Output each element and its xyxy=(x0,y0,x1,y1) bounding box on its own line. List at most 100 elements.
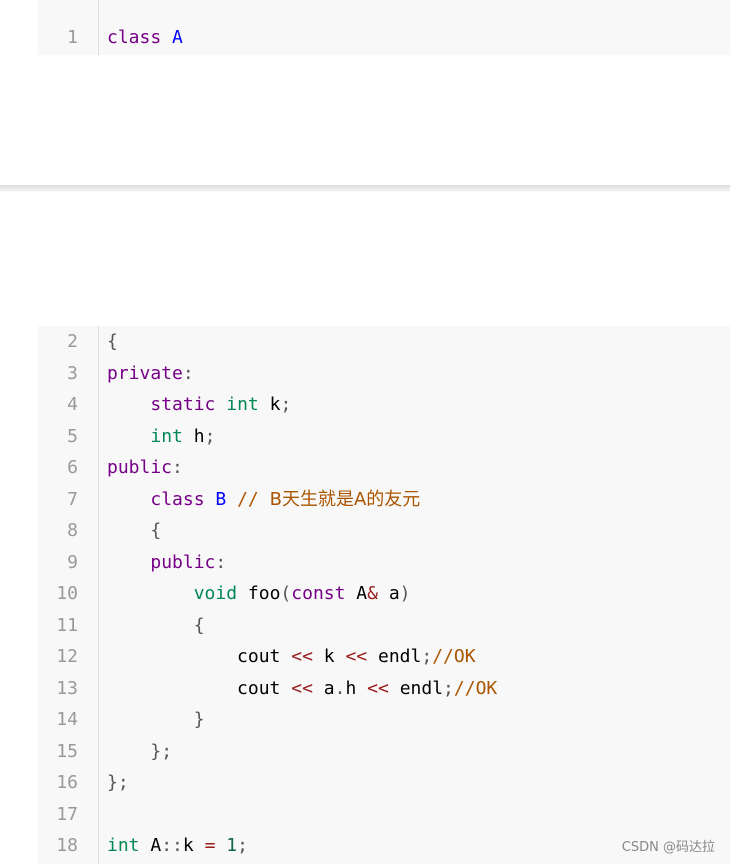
punct-token: ; xyxy=(237,835,248,856)
line-number: 1 xyxy=(67,27,78,48)
code-text: public: xyxy=(107,452,183,484)
punct-token: ) xyxy=(399,583,411,604)
comment-token: //OK xyxy=(432,646,476,667)
code-text: private: xyxy=(107,358,194,390)
code-line: 7 class B // B天生就是A的友元 xyxy=(38,484,730,516)
code-block-2: 2 { 3 private: 4 static int k; 5 int h; … xyxy=(38,326,730,864)
punct-token: :: xyxy=(161,835,183,856)
code-line: 10 void foo(const A& a) xyxy=(38,578,730,610)
line-number: 16 xyxy=(56,772,78,793)
code-text: void foo(const A& a) xyxy=(107,578,411,610)
type-token: int xyxy=(226,394,259,415)
identifier-token: k xyxy=(269,394,281,415)
comment-marker: // xyxy=(237,488,259,510)
code-text: { xyxy=(107,515,161,547)
punct-token: ; xyxy=(204,425,216,447)
line-number: 9 xyxy=(67,551,78,573)
punct-token: } xyxy=(150,740,162,762)
line-number: 2 xyxy=(67,331,78,352)
code-text: }; xyxy=(107,736,172,768)
keyword-token: public xyxy=(150,551,216,573)
code-line: 3 private: xyxy=(38,358,730,390)
code-text: class B // B天生就是A的友元 xyxy=(107,484,420,516)
punct-token: ; xyxy=(280,394,292,415)
identifier-token: h xyxy=(345,677,357,699)
code-line: 12 cout << k << endl;//OK xyxy=(38,641,730,673)
punct-token: : xyxy=(182,362,194,384)
code-line: 6 public: xyxy=(38,452,730,484)
code-text: static int k; xyxy=(107,389,291,421)
line-number: 7 xyxy=(67,488,78,510)
code-text: int A::k = 1; xyxy=(107,830,248,862)
code-line: 4 static int k; xyxy=(38,389,730,421)
punct-token: } xyxy=(193,709,205,730)
punct-token: . xyxy=(334,677,346,699)
identifier-token: foo xyxy=(247,583,281,604)
code-text: }; xyxy=(107,767,129,799)
punct-token: { xyxy=(150,520,162,541)
identifier-token: A xyxy=(150,835,162,856)
line-number: 8 xyxy=(67,520,78,541)
identifier-token: A xyxy=(356,583,368,604)
punct-token: : xyxy=(215,551,227,573)
code-text: { xyxy=(107,610,205,642)
comment-text: B天生就是A的友元 xyxy=(269,488,421,510)
punct-token: ; xyxy=(443,677,454,699)
punct-token: { xyxy=(107,331,118,352)
type-token: int xyxy=(107,835,140,856)
identifier-token: h xyxy=(193,425,205,447)
line-number: 12 xyxy=(56,646,78,667)
code-line: 2 { xyxy=(38,326,730,358)
code-text: class A xyxy=(107,22,183,54)
keyword-token: private xyxy=(107,362,183,384)
line-number: 4 xyxy=(67,394,78,415)
code-line: 13 cout << a.h << endl;//OK xyxy=(38,673,730,705)
code-block-1: 1 class A xyxy=(38,0,730,55)
line-number: 6 xyxy=(67,457,78,478)
code-line: 8 { xyxy=(38,515,730,547)
code-line: 16 }; xyxy=(38,767,730,799)
keyword-token: const xyxy=(291,583,346,604)
line-number: 18 xyxy=(56,835,78,856)
keyword-token: public xyxy=(107,457,173,478)
keyword-token: static xyxy=(150,394,216,415)
punct-token: ( xyxy=(280,583,292,604)
code-line: 5 int h; xyxy=(38,421,730,453)
code-line: 9 public: xyxy=(38,547,730,579)
identifier-token: k xyxy=(323,646,335,667)
keyword-token: class xyxy=(150,488,205,510)
code-text: public: xyxy=(107,547,226,579)
identifier-token: k xyxy=(182,835,194,856)
class-name-token: A xyxy=(172,27,183,48)
line-number: 10 xyxy=(56,583,78,604)
identifier-token: a xyxy=(323,677,335,699)
code-text: cout << k << endl;//OK xyxy=(107,641,476,673)
operator-token: << xyxy=(291,646,313,667)
punct-token: { xyxy=(193,614,205,636)
code-text: { xyxy=(107,326,118,358)
code-line: 15 }; xyxy=(38,736,730,768)
operator-token: = xyxy=(204,835,216,856)
identifier-token: cout xyxy=(237,677,281,699)
punct-token: } xyxy=(107,772,118,793)
watermark: CSDN @码达拉 xyxy=(621,840,715,855)
line-number: 3 xyxy=(67,362,78,384)
operator-token: << xyxy=(291,677,313,699)
code-line: 14 } xyxy=(38,704,730,736)
punct-token: ; xyxy=(161,740,173,762)
comment-token: // B天生就是A的友元 xyxy=(237,489,420,510)
identifier-token: cout xyxy=(237,646,281,667)
line-number: 13 xyxy=(56,677,78,699)
code-text: cout << a.h << endl;//OK xyxy=(107,673,497,705)
section-divider xyxy=(0,185,730,193)
code-text: int h; xyxy=(107,421,215,453)
line-number: 14 xyxy=(56,709,78,730)
line-number: 5 xyxy=(67,425,78,447)
